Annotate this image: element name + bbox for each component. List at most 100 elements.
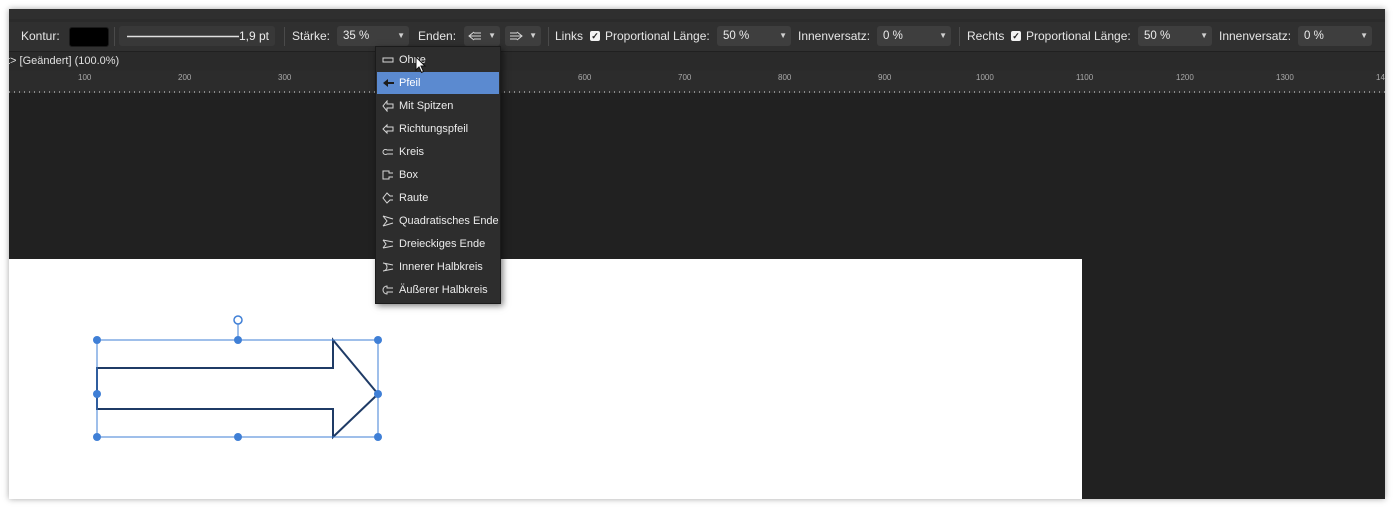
line-end-square-icon [382,215,394,227]
canvas-area[interactable] [9,93,1385,499]
selection-handle[interactable] [234,336,242,344]
selection-handle[interactable] [374,336,382,344]
arrow-path[interactable] [96,337,380,440]
rechts-innenversatz-value: 0 % [1304,30,1324,42]
menu-item-innerer-halbkreis[interactable]: Innerer Halbkreis [377,256,499,278]
links-innenversatz-value: 0 % [883,30,903,42]
line-end-direction-arrow-icon [382,123,394,135]
rechts-laenge-label: Länge: [1094,29,1131,43]
menu-item-label: Pfeil [399,77,421,89]
line-end-arrow-icon [383,79,394,87]
menu-item-aeusserer-halbkreis[interactable]: Äußerer Halbkreis [377,279,499,301]
chevron-down-icon: ▼ [397,31,405,40]
links-innenversatz-dropdown[interactable]: 0 % ▼ [877,26,951,46]
rechts-innenversatz-label: Innenversatz: [1219,29,1292,43]
chevron-down-icon: ▼ [779,31,787,40]
ruler-label: 1000 [976,73,994,82]
rechts-laenge-value: 50 % [1144,30,1171,42]
line-end-dropdown-menu: Ohne Pfeil Mit Spitzen Richtungspfeil Kr… [375,46,501,304]
selection-handle[interactable] [374,390,382,398]
line-end-circle-icon [382,149,393,155]
chevron-down-icon: ▼ [1360,31,1368,40]
menu-item-label: Äußerer Halbkreis [399,284,488,296]
line-end-diamond-icon [382,192,393,204]
ruler-label: 100 [78,73,92,82]
line-end-triangle-icon [382,239,394,249]
selection-handle[interactable] [93,390,101,398]
ruler-label: 700 [678,73,692,82]
menu-item-richtungspfeil[interactable]: Richtungspfeil [377,118,499,140]
line-end-box-icon [382,170,393,180]
ruler-label: 900 [878,73,892,82]
menu-item-ohne[interactable]: Ohne [377,49,499,71]
start-end-dropdown[interactable]: ▼ [464,26,500,46]
links-proportional-checkbox[interactable]: ✓ [590,31,600,41]
chevron-down-icon: ▼ [529,31,537,40]
rechts-innenversatz-dropdown[interactable]: 0 % ▼ [1298,26,1372,46]
links-label: Links [555,29,584,43]
menu-item-raute[interactable]: Raute [377,187,499,209]
selection-handle[interactable] [93,433,101,441]
top-strip [9,9,1385,19]
staerke-value: 35 % [343,30,370,42]
selection-handle[interactable] [93,336,101,344]
selection-box [96,339,379,438]
separator [959,27,960,46]
ruler-label: 300 [278,73,292,82]
stroke-style-field[interactable]: 1,9 pt [119,26,275,46]
rechts-laenge-dropdown[interactable]: 50 % ▼ [1138,26,1212,46]
menu-item-label: Richtungspfeil [399,123,469,135]
line-end-direction-arrow-icon [510,31,523,41]
rechts-label: Rechts [967,29,1005,43]
ruler-label: 200 [178,73,192,82]
ruler-label: 1300 [1276,73,1294,82]
links-proportional-label: Proportional [605,29,670,43]
horizontal-ruler[interactable]: 100 200 300 600 700 800 900 1000 1100 12… [9,71,1385,94]
ruler-label: 1200 [1176,73,1194,82]
separator [284,27,285,46]
ruler-label: 14 [1376,73,1385,82]
stroke-width-value: 1,9 pt [238,29,269,43]
links-laenge-label: Länge: [673,29,710,43]
document-tab[interactable]: t> [Geändert] (100.0%) [9,52,1385,70]
menu-item-quadratisches-ende[interactable]: Quadratisches Ende [377,210,499,232]
menu-item-label: Kreis [399,146,425,158]
menu-item-dreieckiges-ende[interactable]: Dreieckiges Ende [377,233,499,255]
menu-item-box[interactable]: Box [377,164,499,186]
app-window: Kontur: 1,9 pt Stärke: 35 % ▼ Enden: ▼ ▼… [9,9,1385,499]
links-laenge-dropdown[interactable]: 50 % ▼ [717,26,791,46]
chevron-down-icon: ▼ [1200,31,1208,40]
links-laenge-value: 50 % [723,30,750,42]
menu-item-label: Dreieckiges Ende [399,238,486,250]
ruler-label: 1100 [1076,73,1094,82]
menu-item-label: Mit Spitzen [399,100,454,112]
mouse-cursor-icon [415,56,427,74]
line-end-outer-semicircle-icon [382,285,393,295]
context-toolbar: Kontur: 1,9 pt Stärke: 35 % ▼ Enden: ▼ ▼… [9,22,1385,52]
chevron-down-icon: ▼ [939,31,947,40]
stroke-color-swatch[interactable] [69,27,109,47]
selection-handle[interactable] [374,433,382,441]
document-title: t> [Geändert] (100.0%) [9,55,120,67]
line-end-none-icon [382,57,394,63]
kontur-label: Kontur: [21,29,60,43]
menu-item-kreis[interactable]: Kreis [377,141,499,163]
end-end-dropdown[interactable]: ▼ [505,26,541,46]
selection-handle[interactable] [234,433,242,441]
line-end-direction-arrow-icon [468,31,481,41]
menu-item-label: Raute [399,192,429,204]
line-end-inner-semicircle-icon [382,262,394,272]
arrow-shape[interactable] [9,259,409,499]
rechts-proportional-checkbox[interactable]: ✓ [1011,31,1021,41]
staerke-dropdown[interactable]: 35 % ▼ [337,26,409,46]
menu-item-pfeil[interactable]: Pfeil [377,72,499,94]
line-end-spiked-icon [382,100,394,112]
document-page[interactable] [9,259,1082,499]
ruler-label: 600 [578,73,592,82]
rotation-handle[interactable] [233,315,243,325]
links-innenversatz-label: Innenversatz: [798,29,871,43]
menu-item-label: Box [399,169,418,181]
staerke-label: Stärke: [292,29,331,43]
menu-item-mit-spitzen[interactable]: Mit Spitzen [377,95,499,117]
separator [548,27,549,46]
